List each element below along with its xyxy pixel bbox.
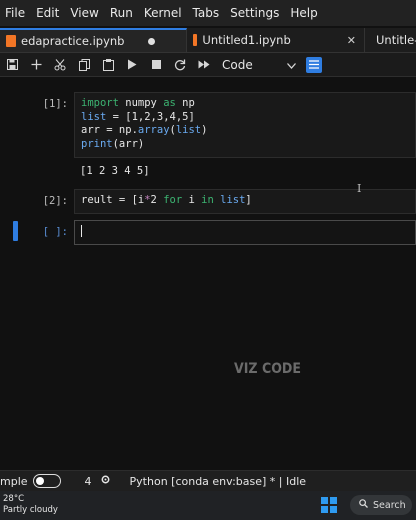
cell-prompt: [ ]:	[42, 226, 68, 238]
menu-kernel[interactable]: Kernel	[139, 6, 188, 20]
code-cell-input-active[interactable]	[74, 220, 416, 245]
notebook-icon	[6, 35, 16, 47]
code-line: list = [1,2,3,4,5]	[81, 110, 195, 123]
tab-edapractice[interactable]: edapractice.ipynb	[0, 28, 187, 52]
stop-icon[interactable]	[144, 54, 168, 76]
menu-help[interactable]: Help	[285, 6, 323, 20]
code-cell-input[interactable]: import numpy as np list = [1,2,3,4,5] ar…	[74, 92, 416, 158]
fast-forward-icon[interactable]	[192, 54, 216, 76]
menu-edit[interactable]: Edit	[31, 6, 65, 20]
weather-condition: Partly cloudy	[3, 505, 58, 515]
unsaved-dot-icon[interactable]	[148, 37, 156, 45]
kernel-status[interactable]: Python [conda env:base] * | Idle	[130, 475, 307, 488]
text-cursor-icon: I	[357, 182, 362, 195]
search-icon	[359, 499, 368, 511]
menu-bar: File Edit View Run Kernel Tabs Settings …	[0, 0, 416, 26]
cell-output: [1 2 3 4 5]	[80, 165, 150, 177]
weather-widget[interactable]: 28°C Partly cloudy	[3, 494, 58, 516]
tab-label: Untitle-	[376, 33, 416, 47]
menu-tabs[interactable]: Tabs	[188, 6, 226, 20]
code-cell-input[interactable]: reult = [i*2 for i in list]	[74, 189, 416, 214]
add-icon[interactable]	[24, 54, 48, 76]
save-icon[interactable]	[0, 54, 24, 76]
cell-prompt: [2]:	[42, 195, 68, 207]
tab-untitled[interactable]: Untitle-	[365, 28, 416, 52]
run-icon[interactable]	[120, 54, 144, 76]
cell-type-value: Code	[222, 57, 253, 72]
copy-icon[interactable]	[72, 54, 96, 76]
search-label: Search	[373, 499, 406, 511]
tab-strip: edapractice.ipynb Untitled1.ipynb ✕ Unti…	[0, 28, 416, 53]
watermark: VIZ CODE	[234, 361, 301, 377]
restart-icon[interactable]	[168, 54, 192, 76]
menu-view[interactable]: View	[65, 6, 104, 20]
taskbar-search[interactable]: Search	[350, 495, 412, 515]
menu-file[interactable]: File	[0, 6, 31, 20]
code-line: print(arr)	[81, 137, 145, 150]
tab-untitled1[interactable]: Untitled1.ipynb ✕	[187, 28, 365, 52]
cut-icon[interactable]	[48, 54, 72, 76]
mode-label: mple	[0, 474, 28, 488]
terminal-count: 4	[84, 474, 92, 488]
status-bar: mple 4 Python [conda env:base] * | Idle	[0, 470, 416, 491]
property-inspector-icon[interactable]	[306, 56, 322, 73]
settings-gear-icon[interactable]	[100, 474, 111, 488]
os-taskbar: 28°C Partly cloudy Search	[0, 491, 416, 520]
notebook-panel[interactable]: [1]: import numpy as np list = [1,2,3,4,…	[0, 77, 416, 462]
windows-start-icon[interactable]	[321, 497, 337, 513]
simple-mode-toggle[interactable]	[32, 474, 61, 488]
close-icon[interactable]: ✕	[347, 34, 356, 47]
tab-label: edapractice.ipynb	[21, 34, 125, 48]
paste-icon[interactable]	[96, 54, 120, 76]
text-cursor	[81, 225, 82, 237]
notebook-toolbar: Code	[0, 53, 416, 77]
menu-run[interactable]: Run	[105, 6, 139, 20]
temperature: 28°C	[3, 494, 25, 504]
cell-type-select[interactable]: Code	[222, 58, 302, 72]
notebook-icon	[193, 34, 198, 46]
menu-settings[interactable]: Settings	[225, 6, 285, 20]
code-line: import numpy as np	[81, 97, 195, 109]
code-line: reult = [i*2 for i in list]	[81, 194, 252, 206]
cell-prompt: [1]:	[42, 98, 68, 110]
chevron-down-icon	[287, 58, 296, 72]
code-line: arr = np.array(list)	[81, 124, 208, 136]
tab-label: Untitled1.ipynb	[202, 33, 291, 47]
